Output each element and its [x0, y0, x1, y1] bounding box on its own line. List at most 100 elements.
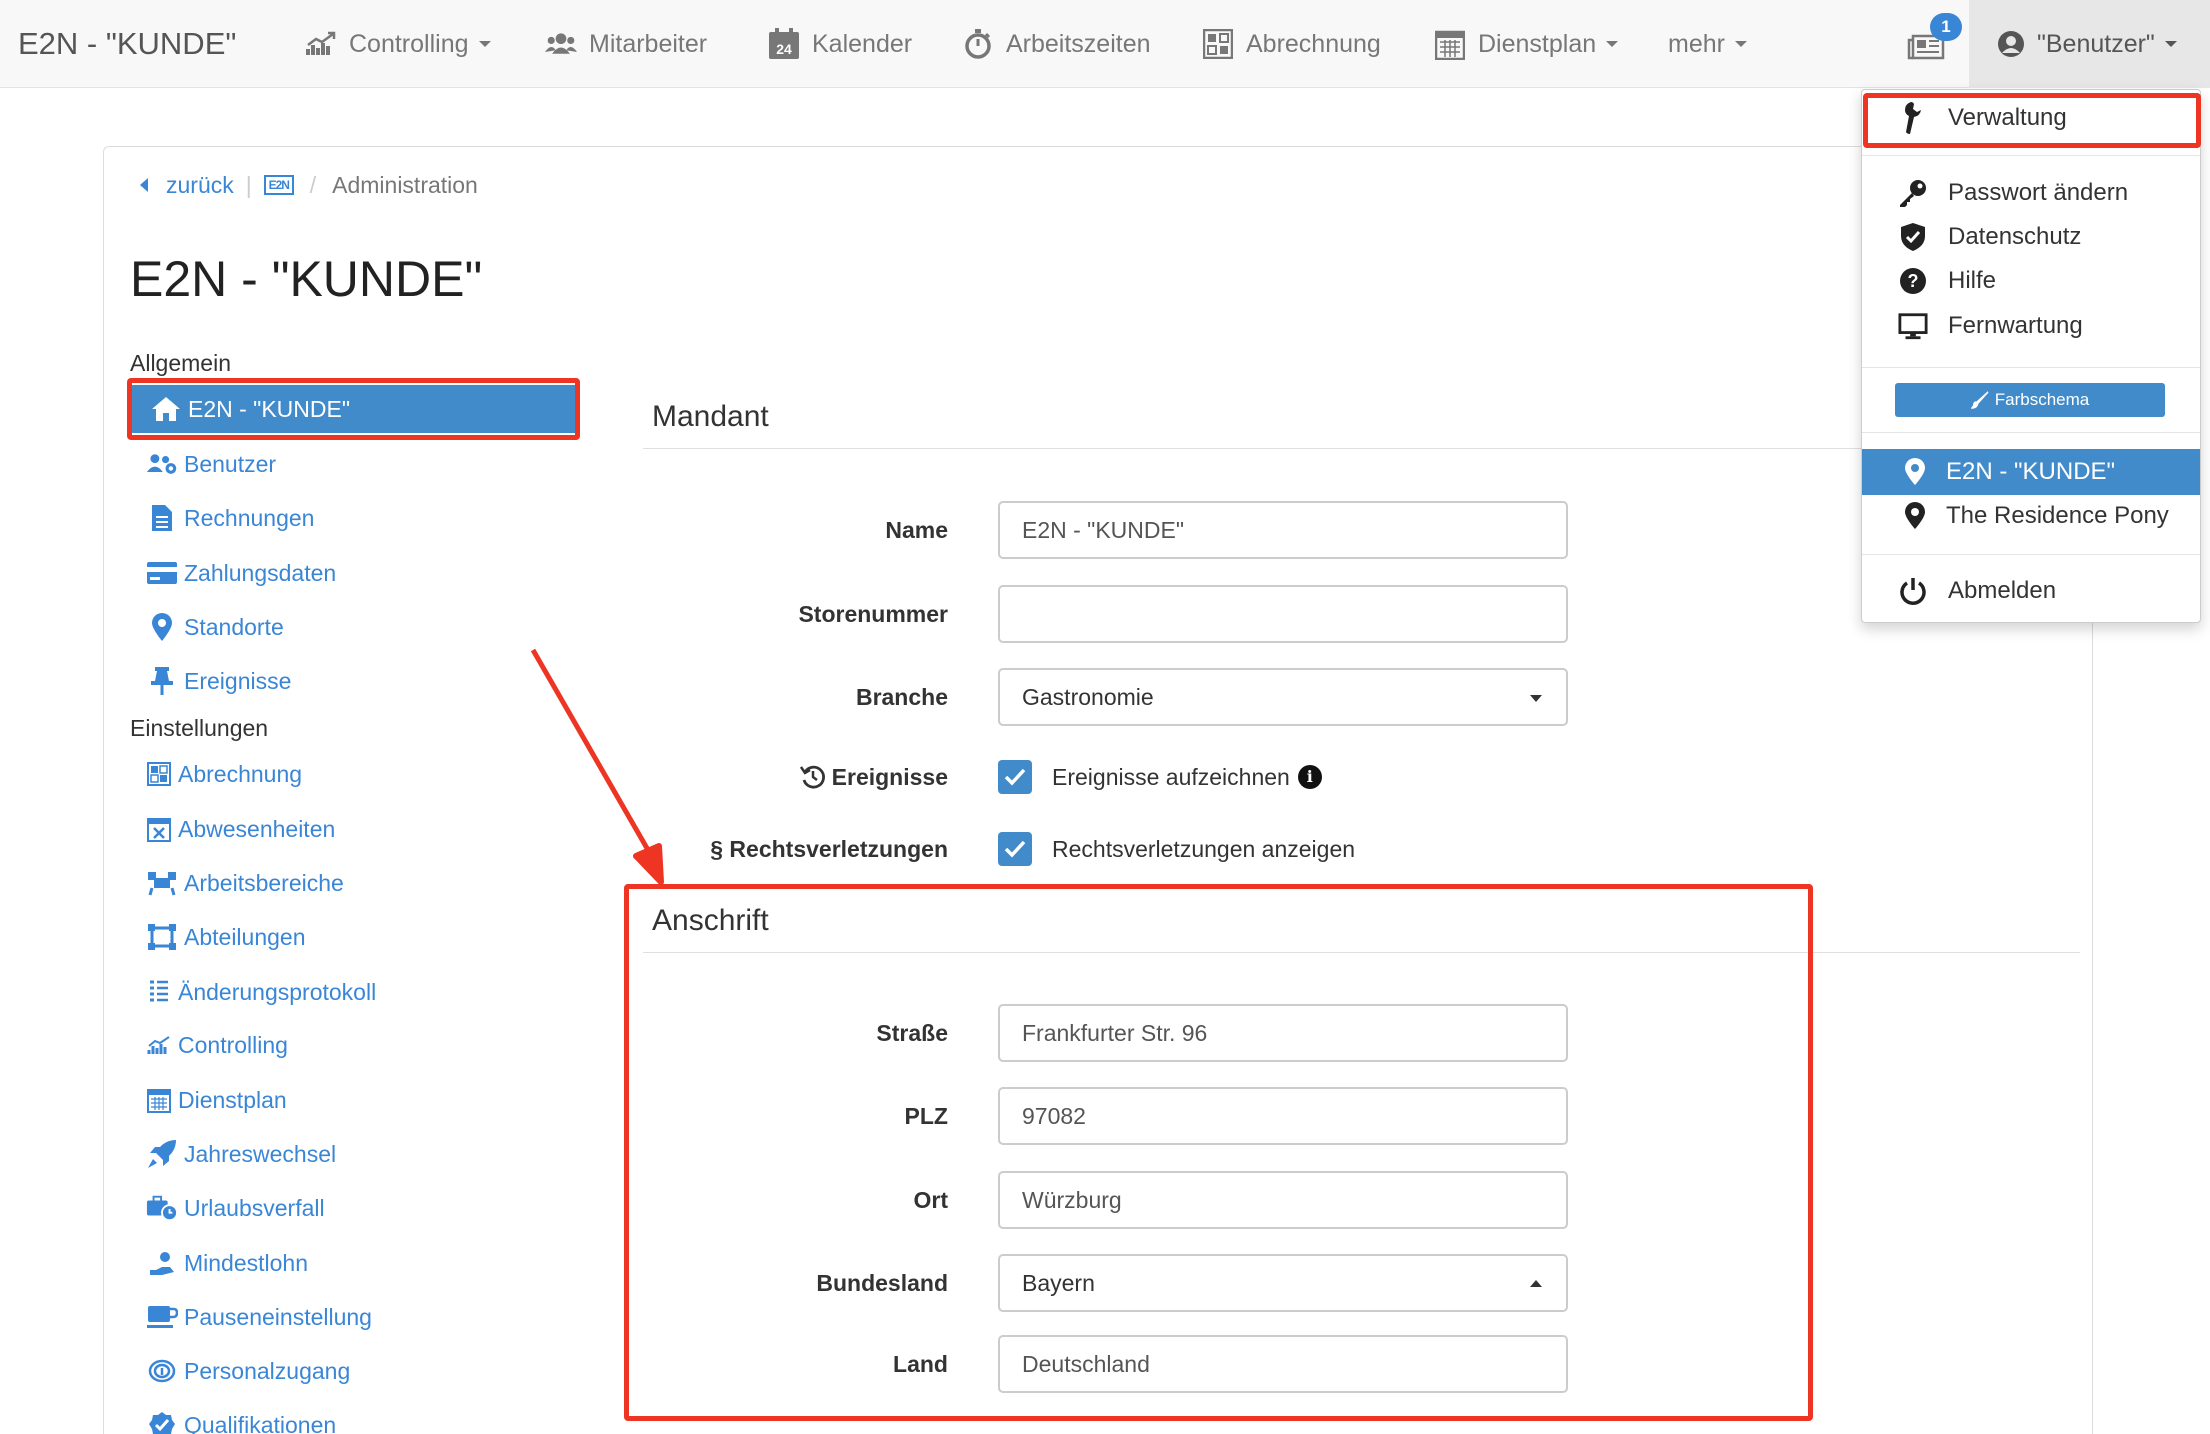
fingerprint-icon: [146, 1355, 178, 1387]
brand-title[interactable]: E2N - "KUNDE": [18, 26, 236, 62]
sidebar-item-mindestlohn[interactable]: Mindestlohn: [130, 1239, 578, 1287]
nav-mitarbeiter-label: Mitarbeiter: [589, 29, 708, 58]
sidebar-item-label: Zahlungsdaten: [184, 559, 337, 586]
hand-coin-icon: [146, 1247, 178, 1279]
schedule-icon: [146, 1084, 172, 1116]
sidebar-item-label: Qualifikationen: [184, 1411, 337, 1434]
menu-item-label: E2N - "KUNDE": [1946, 458, 2116, 485]
menu-item-passwort[interactable]: Passwort ändern: [1862, 171, 2200, 215]
sidebar-item-abrechnung[interactable]: Abrechnung: [130, 750, 578, 798]
sidebar-item-label: Pauseneinstellung: [184, 1303, 372, 1330]
nav-abrechnung-label: Abrechnung: [1246, 29, 1381, 58]
info-icon[interactable]: i: [1297, 765, 1322, 789]
menu-divider: [1862, 432, 2200, 433]
farbschema-button-label: Farbschema: [1994, 390, 2090, 409]
name-label: Name: [885, 516, 948, 543]
nav-controlling-label: Controlling: [349, 29, 469, 58]
pin-icon: [146, 665, 178, 697]
sidebar-item-ereignisse[interactable]: Ereignisse: [130, 657, 578, 705]
question-circle-icon: ?: [1898, 266, 1928, 296]
sidebar-item-arbeitsbereiche[interactable]: Arbeitsbereiche: [130, 859, 578, 907]
checkmark-icon: [1004, 840, 1026, 858]
map-marker-icon: [1900, 457, 1930, 487]
nav-kalender-label: Kalender: [812, 29, 913, 58]
sidebar-item-rechnungen[interactable]: Rechnungen: [130, 494, 578, 542]
shield-check-icon: [1898, 222, 1928, 252]
nav-mehr[interactable]: mehr: [1668, 22, 1747, 66]
ereignisse-checkbox-label: Ereignisse aufzeichnen: [1052, 763, 1290, 790]
rechtsverletzungen-checkbox-row[interactable]: Rechtsverletzungen anzeigen: [998, 831, 1355, 867]
name-field[interactable]: E2N - "KUNDE": [998, 501, 1568, 559]
sidebar-item-label: Mindestlohn: [184, 1249, 309, 1276]
menu-item-label: Hilfe: [1948, 267, 1997, 294]
nav-abrechnung[interactable]: Abrechnung: [1202, 22, 1381, 66]
sidebar-item-label: Standorte: [184, 613, 284, 640]
branche-select[interactable]: Gastronomie: [998, 668, 1568, 726]
sidebar-item-personalzugang[interactable]: Personalzugang: [130, 1347, 578, 1395]
sidebar-item-standorte[interactable]: Standorte: [130, 603, 578, 651]
sidebar-item-abwesenheiten[interactable]: Abwesenheiten: [130, 805, 578, 853]
menu-item-label: Fernwartung: [1948, 312, 2083, 339]
menu-item-location-residence[interactable]: The Residence Pony: [1862, 494, 2200, 538]
svg-text:?: ?: [1908, 271, 1919, 291]
menu-divider: [1862, 367, 2200, 368]
sidebar-item-jahreswechsel[interactable]: Jahreswechsel: [130, 1130, 578, 1178]
branche-select-value: Gastronomie: [1022, 683, 1154, 710]
sidebar-item-dienstplan[interactable]: Dienstplan: [130, 1076, 578, 1124]
menu-item-abmelden[interactable]: Abmelden: [1862, 569, 2200, 613]
highlight-box-anschrift: [624, 884, 1813, 1421]
menu-divider: [1862, 554, 2200, 555]
nav-mehr-label: mehr: [1668, 29, 1725, 58]
rechtsverletzungen-checkbox[interactable]: [998, 832, 1032, 866]
sidebar-item-abteilungen[interactable]: Abteilungen: [130, 913, 578, 961]
page-title: E2N - "KUNDE": [130, 251, 483, 307]
sidebar-item-label: Rechnungen: [184, 504, 315, 531]
branche-label: Branche: [855, 683, 948, 710]
sidebar-item-qualifikationen[interactable]: Qualifikationen: [130, 1401, 578, 1434]
sidebar-item-label: Änderungsprotokoll: [178, 978, 377, 1005]
nav-mitarbeiter[interactable]: Mitarbeiter: [545, 22, 707, 66]
credit-card-icon: [146, 557, 178, 589]
sidebar-item-label: Dienstplan: [178, 1086, 287, 1113]
section-title-mandant: Mandant: [652, 400, 769, 433]
menu-item-label: Abmelden: [1948, 577, 2057, 604]
sidebar-item-controlling[interactable]: Controlling: [130, 1021, 578, 1069]
storenummer-label: Storenummer: [798, 600, 948, 627]
nav-arbeitszeiten-label: Arbeitszeiten: [1006, 29, 1151, 58]
calendar-x-icon: [146, 813, 172, 845]
sidebar-item-label: Abrechnung: [178, 760, 303, 787]
chevron-down-icon: [478, 41, 491, 47]
highlight-box-sidebar: [127, 378, 580, 440]
farbschema-button[interactable]: Farbschema: [1895, 383, 2165, 417]
nav-dienstplan-label: Dienstplan: [1478, 29, 1597, 58]
back-link[interactable]: zurück: [140, 172, 234, 199]
menu-item-location-kunde[interactable]: E2N - "KUNDE": [1862, 449, 2200, 495]
storenummer-field[interactable]: [998, 585, 1568, 643]
nav-kalender[interactable]: 24 Kalender: [768, 22, 912, 66]
chevron-left-icon: [140, 178, 148, 192]
users-icon: [545, 28, 577, 60]
menu-item-fernwartung[interactable]: Fernwartung: [1862, 304, 2200, 348]
chart-icon: [146, 1029, 172, 1061]
menu-item-datenschutz[interactable]: Datenschutz: [1862, 215, 2200, 259]
ereignisse-checkbox[interactable]: [998, 760, 1032, 794]
chevron-down-icon: [1530, 695, 1542, 702]
sidebar-item-pauseneinstellung[interactable]: Pauseneinstellung: [130, 1293, 578, 1341]
sidebar-item-label: Ereignisse: [184, 667, 292, 694]
ereignisse-checkbox-row[interactable]: Ereignisse aufzeichnen i: [998, 759, 1322, 795]
sidebar-item-benutzer[interactable]: Benutzer: [130, 440, 578, 488]
menu-divider: [1862, 155, 2200, 156]
e2n-logo-icon[interactable]: E2N: [263, 175, 294, 195]
nav-controlling[interactable]: Controlling: [305, 22, 491, 66]
sidebar-heading-einstellungen: Einstellungen: [130, 715, 269, 741]
nav-dienstplan[interactable]: Dienstplan: [1434, 22, 1619, 66]
paint-brush-icon: [1970, 391, 1989, 409]
top-navbar: E2N - "KUNDE" Controlling Mitarbeiter 24…: [0, 0, 2210, 88]
chart-icon: [305, 28, 337, 60]
sidebar-item-aenderungsprotokoll[interactable]: Änderungsprotokoll: [130, 968, 578, 1016]
nav-arbeitszeiten[interactable]: Arbeitszeiten: [962, 22, 1151, 66]
sidebar-item-urlaubsverfall[interactable]: Urlaubsverfall: [130, 1184, 578, 1232]
sidebar-item-zahlungsdaten[interactable]: Zahlungsdaten: [130, 549, 578, 597]
user-menu-toggle[interactable]: "Benutzer": [1969, 0, 2210, 88]
menu-item-hilfe[interactable]: ? Hilfe: [1862, 259, 2200, 303]
